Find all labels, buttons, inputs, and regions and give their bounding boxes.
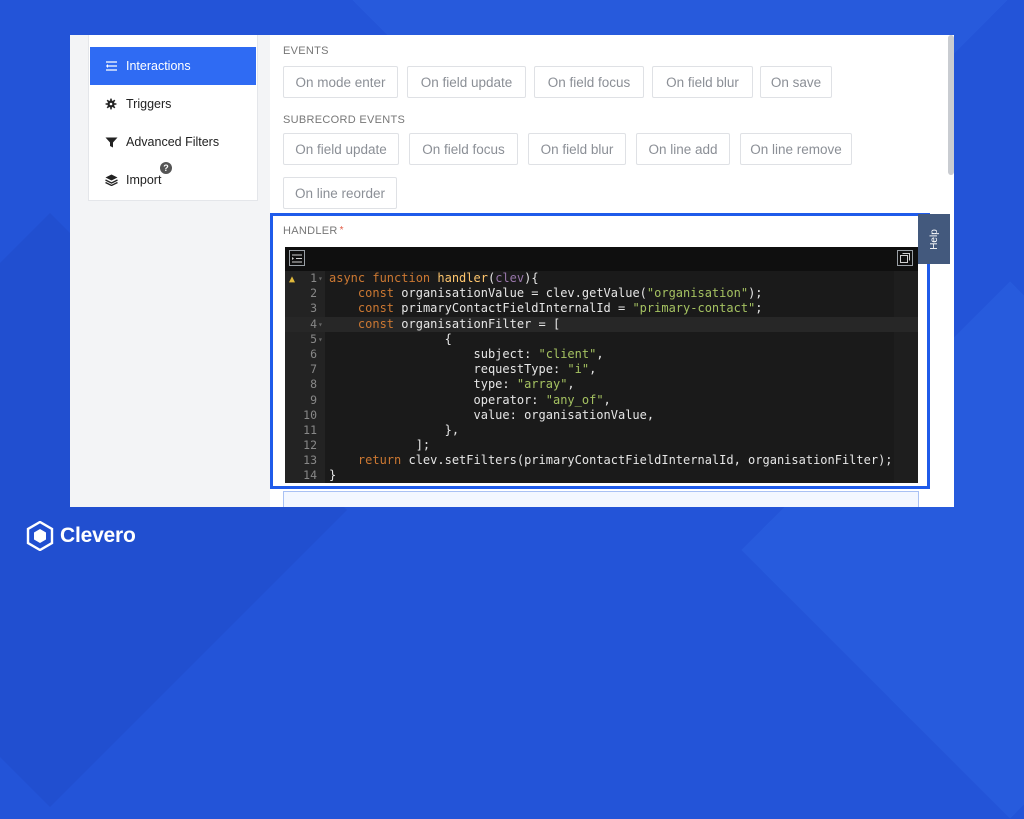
event-chip-field-focus[interactable]: On field focus <box>534 66 644 98</box>
code-line: 2 const organisationValue = clev.getValu… <box>310 286 763 301</box>
required-marker: * <box>339 225 344 236</box>
events-label: EVENTS <box>283 45 329 57</box>
sidebar-item-label: Triggers <box>126 97 172 111</box>
fold-icon[interactable]: ▾ <box>318 271 323 286</box>
code-line: 10 value: organisationValue, <box>303 407 655 422</box>
code-line: 14} <box>303 468 337 483</box>
code-line: 7 requestType: "i", <box>310 362 597 377</box>
code-line: 11 }, <box>303 422 460 437</box>
subrecord-chip-field-update[interactable]: On field update <box>283 133 399 165</box>
sidebar-item-triggers[interactable]: Triggers <box>90 85 256 123</box>
code-line: 12 ]; <box>303 438 431 453</box>
gear-icon <box>104 98 118 110</box>
code-line: 9 operator: "any_of", <box>310 392 611 407</box>
format-code-icon[interactable] <box>289 250 305 266</box>
event-chip-field-blur[interactable]: On field blur <box>652 66 753 98</box>
event-chip-mode-enter[interactable]: On mode enter <box>283 66 398 98</box>
sidebar-nav: Interactions Triggers Advanced Filters I… <box>88 35 258 201</box>
help-badge-icon[interactable]: ? <box>160 162 172 174</box>
code-editor[interactable]: ▲ 1 ▾ async function handler(clev){ 2 const… <box>285 247 918 483</box>
event-chip-save[interactable]: On save <box>760 66 832 98</box>
code-line: ▲ 1 ▾ async function handler(clev){ <box>285 271 918 286</box>
fullscreen-icon[interactable] <box>897 250 913 266</box>
sidebar-item-interactions[interactable]: Interactions <box>90 47 256 85</box>
code-line: 8 type: "array", <box>310 377 575 392</box>
sidebar-item-label: Advanced Filters <box>126 135 220 149</box>
handler-label: HANDLER * <box>283 225 344 237</box>
code-line: 3 const primaryContactFieldInternalId = … <box>310 301 763 316</box>
editor-toolbar <box>285 247 918 271</box>
brand-name: Clevero <box>60 524 136 547</box>
sidebar-item-advanced-filters[interactable]: Advanced Filters <box>90 123 256 161</box>
help-tab[interactable]: Help <box>918 214 950 264</box>
page-scrollbar[interactable] <box>948 35 954 175</box>
clevero-logo-icon <box>26 521 54 551</box>
subrecord-chip-line-remove[interactable]: On line remove <box>740 133 852 165</box>
subrecord-chip-field-focus[interactable]: On field focus <box>409 133 518 165</box>
subrecord-chip-line-reorder[interactable]: On line reorder <box>283 177 397 209</box>
sidebar-item-import[interactable]: Import <box>90 161 256 199</box>
interactions-icon <box>104 60 118 72</box>
code-lines[interactable]: ▲ 1 ▾ async function handler(clev){ 2 const… <box>285 271 918 484</box>
fold-icon[interactable]: ▾ <box>318 317 323 332</box>
code-line-active: 4 ▾ const organisationFilter = [ <box>285 316 918 332</box>
subrecord-chip-line-add[interactable]: On line add <box>636 133 730 165</box>
layers-icon <box>104 174 118 186</box>
fold-icon[interactable]: ▾ <box>318 332 323 347</box>
event-chip-field-update[interactable]: On field update <box>407 66 526 98</box>
documentation-callout <box>283 491 919 507</box>
subrecord-events-label: SUBRECORD EVENTS <box>283 114 406 126</box>
sidebar: Interactions Triggers Advanced Filters I… <box>70 35 270 507</box>
filter-icon <box>104 137 118 148</box>
subrecord-chip-field-blur[interactable]: On field blur <box>528 133 626 165</box>
code-line: 13 return clev.setFilters(primaryContact… <box>303 453 893 468</box>
sidebar-item-label: Interactions <box>126 59 191 73</box>
code-line: 6 subject: "client", <box>310 346 604 361</box>
code-line: 5 ▾ { <box>310 331 452 347</box>
sidebar-item-label: Import <box>126 173 162 187</box>
brand-logo: Clevero <box>26 521 136 551</box>
